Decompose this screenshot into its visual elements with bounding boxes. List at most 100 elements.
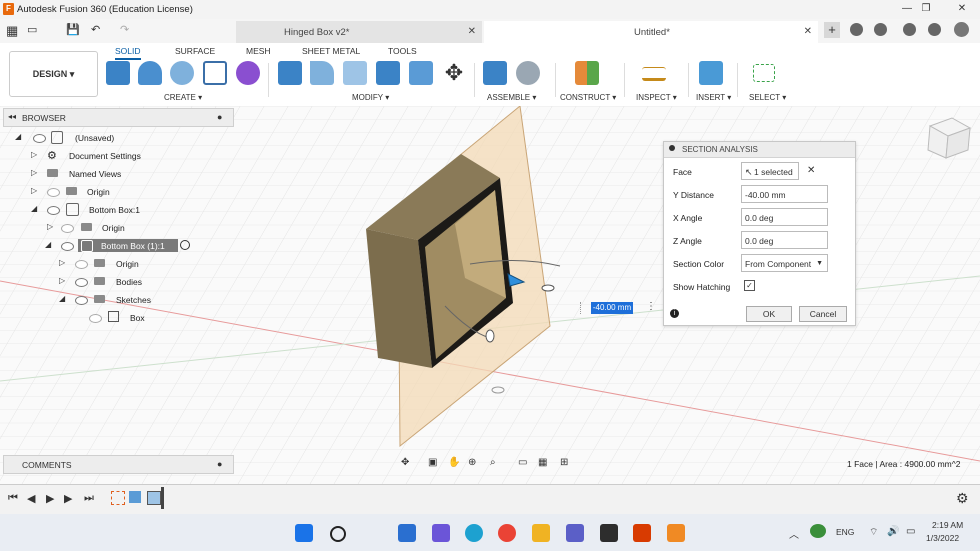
browser-item-root[interactable]: ◢ (Unsaved) xyxy=(3,130,232,148)
visibility-icon[interactable] xyxy=(75,296,88,305)
construct-plane-icon[interactable] xyxy=(575,61,599,85)
data-panel-icon[interactable] xyxy=(850,23,863,36)
create-menu[interactable]: CREATE ▾ xyxy=(164,93,202,102)
extrude-icon[interactable] xyxy=(138,61,162,85)
zoom-icon[interactable]: ⊕ xyxy=(468,457,476,468)
activate-radio-icon[interactable] xyxy=(180,240,190,250)
browser-item-bottom-box-1[interactable]: ◢ Bottom Box (1):1 xyxy=(3,238,232,256)
collapse-triangle-icon[interactable]: ◢ xyxy=(31,204,37,213)
y-distance-field[interactable]: -40.00 mm xyxy=(741,185,828,203)
info-icon[interactable]: i xyxy=(670,309,679,318)
new-component-assemble-icon[interactable] xyxy=(483,61,507,85)
timeline-sketch-icon[interactable] xyxy=(111,491,125,505)
visibility-icon[interactable] xyxy=(61,242,74,251)
add-comment-icon[interactable]: ● xyxy=(217,459,222,469)
measure-icon[interactable] xyxy=(642,67,666,81)
file-menu-icon[interactable]: ▭ xyxy=(27,23,37,36)
tab-hinged-box[interactable]: Hinged Box v2* ✕ xyxy=(236,21,482,43)
browser-item-origin-3[interactable]: ▷ Origin xyxy=(3,256,232,274)
fusion-taskbar-icon[interactable] xyxy=(667,524,685,542)
expand-triangle-icon[interactable]: ▷ xyxy=(59,276,65,285)
show-hatching-checkbox[interactable]: ✓ xyxy=(744,280,755,291)
z-angle-field[interactable]: 0.0 deg xyxy=(741,231,828,249)
first-step-icon[interactable]: ⏮ xyxy=(8,492,18,505)
expand-triangle-icon[interactable]: ▷ xyxy=(31,186,37,195)
display-settings-icon[interactable]: ▭ xyxy=(518,457,527,468)
expand-triangle-icon[interactable]: ▷ xyxy=(59,258,65,267)
ok-button[interactable]: OK xyxy=(746,306,792,322)
chat-icon[interactable] xyxy=(432,524,450,542)
browser-item-document-settings[interactable]: ▷ ⚙ Document Settings xyxy=(3,148,232,166)
face-selector[interactable]: ↖ 1 selected xyxy=(741,162,799,180)
more-options-icon[interactable]: ⋮ xyxy=(646,301,656,312)
notifications-icon[interactable] xyxy=(903,23,916,36)
expand-triangle-icon[interactable]: ▷ xyxy=(31,168,37,177)
browser-item-origin-2[interactable]: ▷ Origin xyxy=(3,220,232,238)
assemble-menu[interactable]: ASSEMBLE ▾ xyxy=(487,93,536,102)
tab-sheet-metal[interactable]: SHEET METAL xyxy=(302,46,360,56)
visibility-icon[interactable] xyxy=(47,188,60,197)
timeline-marker[interactable] xyxy=(161,487,164,509)
browser-header[interactable]: ◂◂ BROWSER ● xyxy=(3,108,234,127)
clock-time[interactable]: 2:19 AM xyxy=(932,520,963,530)
tab-untitled[interactable]: Untitled* ✕ xyxy=(484,21,818,43)
expand-triangle-icon[interactable]: ▷ xyxy=(31,150,37,159)
play-icon[interactable]: ▶ xyxy=(46,492,54,505)
sublime-icon[interactable] xyxy=(600,524,618,542)
look-at-icon[interactable]: ▣ xyxy=(428,457,437,468)
new-tab-icon[interactable]: + xyxy=(824,22,840,38)
close-tab-icon[interactable]: ✕ xyxy=(804,26,812,37)
wifi-icon[interactable]: ⌔ xyxy=(869,526,878,539)
press-pull-icon[interactable] xyxy=(278,61,302,85)
new-component-icon[interactable] xyxy=(106,61,130,85)
inspect-menu[interactable]: INSPECT ▾ xyxy=(636,93,677,102)
modify-menu[interactable]: MODIFY ▾ xyxy=(352,93,389,102)
browser-item-sketches[interactable]: ◢ Sketches xyxy=(3,292,232,310)
battery-icon[interactable]: ▭ xyxy=(906,526,915,537)
tab-solid[interactable]: SOLID xyxy=(115,46,141,60)
visibility-icon[interactable] xyxy=(89,314,102,323)
section-color-select[interactable]: From Component ▼ xyxy=(741,254,828,272)
undo-icon[interactable]: ↶ xyxy=(91,23,100,36)
help-icon[interactable] xyxy=(928,23,941,36)
save-icon[interactable]: 💾 xyxy=(66,23,80,36)
browser-item-named-views[interactable]: ▷ Named Views xyxy=(3,166,232,184)
insert-menu[interactable]: INSERT ▾ xyxy=(696,93,731,102)
close-tab-icon[interactable]: ✕ xyxy=(468,26,476,37)
cancel-button[interactable]: Cancel xyxy=(799,306,847,322)
file-explorer-icon[interactable] xyxy=(532,524,550,542)
collapse-triangle-icon[interactable]: ◢ xyxy=(59,294,65,303)
joint-icon[interactable] xyxy=(516,61,540,85)
browser-item-bottom-box[interactable]: ◢ Bottom Box:1 xyxy=(3,202,232,220)
chrome-icon[interactable] xyxy=(498,524,516,542)
insert-image-icon[interactable] xyxy=(699,61,723,85)
combine-icon[interactable] xyxy=(376,61,400,85)
widgets-icon[interactable] xyxy=(398,524,416,542)
select-icon[interactable] xyxy=(753,64,775,82)
edge-icon[interactable] xyxy=(465,524,483,542)
browser-item-box-sketch[interactable]: Box xyxy=(3,310,232,328)
collapse-icon[interactable] xyxy=(669,145,675,151)
tray-app-icon[interactable] xyxy=(810,524,826,538)
pan-icon[interactable]: ✋ xyxy=(448,457,460,468)
viewports-icon[interactable]: ⊞ xyxy=(560,457,568,468)
revolve-icon[interactable] xyxy=(170,61,194,85)
tab-tools[interactable]: TOOLS xyxy=(388,46,417,56)
visibility-icon[interactable] xyxy=(33,134,46,143)
apps-grid-icon[interactable]: ▦ xyxy=(6,23,18,39)
timeline-shell-icon[interactable] xyxy=(147,491,161,505)
language-indicator[interactable]: ENG xyxy=(836,527,854,537)
visibility-icon[interactable] xyxy=(75,278,88,287)
move-copy-icon[interactable]: ✥ xyxy=(442,61,466,85)
collapse-triangle-icon[interactable]: ◢ xyxy=(15,132,21,141)
browser-item-origin[interactable]: ▷ Origin xyxy=(3,184,232,202)
show-hidden-icons[interactable]: ︿ xyxy=(789,526,799,541)
restore-icon[interactable]: ❐ xyxy=(919,2,933,16)
tab-surface[interactable]: SURFACE xyxy=(175,46,215,56)
visibility-icon[interactable] xyxy=(47,206,60,215)
collapse-icon[interactable]: ◂◂ xyxy=(8,112,16,121)
x-angle-field[interactable]: 0.0 deg xyxy=(741,208,828,226)
browser-item-bodies[interactable]: ▷ Bodies xyxy=(3,274,232,292)
search-icon[interactable] xyxy=(330,526,346,542)
close-icon[interactable]: ✕ xyxy=(955,2,969,16)
